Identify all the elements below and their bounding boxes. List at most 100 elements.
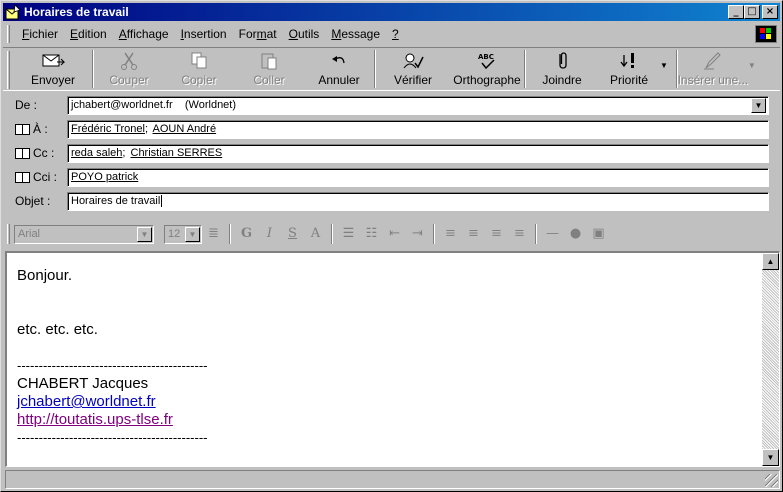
bcc-label-button[interactable]: Cci : xyxy=(15,170,57,184)
message-body[interactable]: Bonjour. etc. etc. etc. ----------------… xyxy=(5,251,780,467)
paragraph-style-icon[interactable]: ≣ xyxy=(202,224,225,244)
signature-name: CHABERT Jacques xyxy=(17,375,149,392)
menu-grip xyxy=(7,25,10,43)
chevron-down-icon[interactable]: ▼ xyxy=(185,226,200,242)
menu-insertion[interactable]: Insertion xyxy=(175,27,233,41)
address-book-icon xyxy=(15,123,30,135)
scroll-down-icon[interactable]: ▼ xyxy=(762,449,779,466)
menu-outils[interactable]: Outils xyxy=(283,27,326,41)
chevron-down-icon[interactable]: ▼ xyxy=(751,98,766,113)
copy-button[interactable]: Copier xyxy=(164,48,234,90)
greeting-line: Bonjour. xyxy=(17,267,73,284)
format-separator xyxy=(535,224,537,244)
to-row: À : Frédéric Tronel; AOUN André xyxy=(3,118,780,140)
check-names-button[interactable]: Vérifier xyxy=(376,48,450,90)
priority-icon xyxy=(619,51,639,71)
from-select[interactable]: jchabert@worldnet.fr (Worldnet) ▼ xyxy=(67,96,769,115)
formatting-toolbar: Arial ▼ 12 ▼ ≣ G I S A ☰ ☷ ⇤ ⇥ ≡ ≡ ≡ ≡ —… xyxy=(3,221,780,247)
attach-button[interactable]: Joindre xyxy=(526,48,598,90)
undo-button[interactable]: Annuler xyxy=(304,48,374,90)
recipient-chip[interactable]: Christian SERRES xyxy=(131,147,223,159)
subject-field[interactable]: Horaires de travail xyxy=(67,192,769,211)
align-center-icon[interactable]: ≡ xyxy=(462,224,485,244)
insert-dropdown-icon[interactable]: ▼ xyxy=(748,61,756,70)
send-button[interactable]: Envoyer xyxy=(14,48,92,90)
cut-button[interactable]: Couper xyxy=(94,48,164,90)
svg-text:ABC: ABC xyxy=(478,53,494,61)
font-name-select[interactable]: Arial ▼ xyxy=(14,224,154,244)
to-label-button[interactable]: À : xyxy=(15,122,48,136)
address-book-icon xyxy=(15,171,30,183)
cc-label-button[interactable]: Cc : xyxy=(15,146,54,160)
check-names-icon xyxy=(401,51,425,71)
numbered-list-icon[interactable]: ☰ xyxy=(337,224,360,244)
format-separator xyxy=(229,224,231,244)
menu-affichage[interactable]: Affichage xyxy=(113,27,175,41)
format-grip xyxy=(7,224,10,244)
increase-indent-icon[interactable]: ⇥ xyxy=(406,224,429,244)
format-separator xyxy=(331,224,333,244)
windows-flag-icon xyxy=(760,28,771,39)
signature-separator: ----------------------------------------… xyxy=(17,430,208,445)
justify-icon[interactable]: ≡ xyxy=(508,224,531,244)
align-left-icon[interactable]: ≡ xyxy=(439,224,462,244)
horizontal-line-icon[interactable]: — xyxy=(541,224,564,244)
signature-email-link[interactable]: jchabert@worldnet.fr xyxy=(17,393,207,411)
font-size-select[interactable]: 12 ▼ xyxy=(164,224,202,244)
to-field[interactable]: Frédéric Tronel; AOUN André xyxy=(67,120,769,139)
status-bar xyxy=(5,470,780,489)
bullet-list-icon[interactable]: ☷ xyxy=(360,224,383,244)
font-color-button[interactable]: A xyxy=(304,224,327,244)
compose-mail-icon xyxy=(5,4,21,20)
italic-button[interactable]: I xyxy=(258,224,281,244)
maximize-button[interactable]: □ xyxy=(744,5,760,19)
recipient-chip[interactable]: reda saleh xyxy=(71,147,122,159)
menu-fichier[interactable]: Fichier xyxy=(16,27,64,41)
hyperlink-icon[interactable]: ● xyxy=(564,224,587,244)
decrease-indent-icon[interactable]: ⇤ xyxy=(383,224,406,244)
undo-icon xyxy=(329,51,349,71)
scroll-up-icon[interactable]: ▲ xyxy=(762,253,779,270)
window-title: Horaires de travail xyxy=(24,5,129,19)
from-label: De : xyxy=(15,98,38,112)
bold-button[interactable]: G xyxy=(235,224,258,244)
toolbar: Envoyer Couper Copier Coller Annuler Vér… xyxy=(3,47,780,91)
close-button[interactable]: × xyxy=(762,5,778,19)
chevron-down-icon[interactable]: ▼ xyxy=(137,226,152,242)
underline-button[interactable]: S xyxy=(281,224,304,244)
resize-grip-icon[interactable] xyxy=(765,474,778,487)
from-row: De : jchabert@worldnet.fr (Worldnet) ▼ xyxy=(3,94,780,116)
format-separator xyxy=(433,224,435,244)
message-text[interactable]: Bonjour. etc. etc. etc. ----------------… xyxy=(17,267,207,447)
subject-label: Objet : xyxy=(15,194,51,208)
menu-format[interactable]: Format xyxy=(233,27,283,41)
priority-button[interactable]: Priorité xyxy=(598,48,660,90)
paste-icon xyxy=(259,51,279,71)
paste-button[interactable]: Coller xyxy=(234,48,304,90)
vertical-scrollbar[interactable]: ▲ ▼ xyxy=(762,253,779,466)
signature-separator: ----------------------------------------… xyxy=(17,358,208,373)
align-right-icon[interactable]: ≡ xyxy=(485,224,508,244)
menu-help[interactable]: ? xyxy=(386,27,405,41)
priority-dropdown-icon[interactable]: ▼ xyxy=(660,61,668,70)
windows-logo-icon xyxy=(755,25,777,43)
menu-message[interactable]: Message xyxy=(325,27,386,41)
recipient-chip[interactable]: Frédéric Tronel xyxy=(71,123,145,135)
insert-image-icon[interactable]: ▣ xyxy=(587,224,610,244)
bcc-field[interactable]: POYO patrick xyxy=(67,168,769,187)
address-book-icon xyxy=(15,147,30,159)
pen-icon xyxy=(703,51,723,71)
recipient-chip[interactable]: POYO patrick xyxy=(71,171,138,183)
cc-field[interactable]: reda saleh; Christian SERRES xyxy=(67,144,769,163)
minimize-button[interactable]: _ xyxy=(728,5,744,19)
spelling-button[interactable]: ABC Orthographe xyxy=(450,48,524,90)
cc-row: Cc : reda saleh; Christian SERRES xyxy=(3,142,780,164)
recipient-chip[interactable]: AOUN André xyxy=(153,123,217,135)
bcc-row: Cci : POYO patrick xyxy=(3,166,780,188)
signature-url-link[interactable]: http://toutatis.ups-tlse.fr xyxy=(17,411,207,429)
menu-edition[interactable]: Edition xyxy=(64,27,113,41)
menu-bar: Fichier Edition Affichage Insertion Form… xyxy=(3,23,780,45)
envelope-icon xyxy=(41,51,65,71)
paperclip-icon xyxy=(554,51,570,71)
insert-signature-button[interactable]: Insérer une... xyxy=(678,48,748,90)
